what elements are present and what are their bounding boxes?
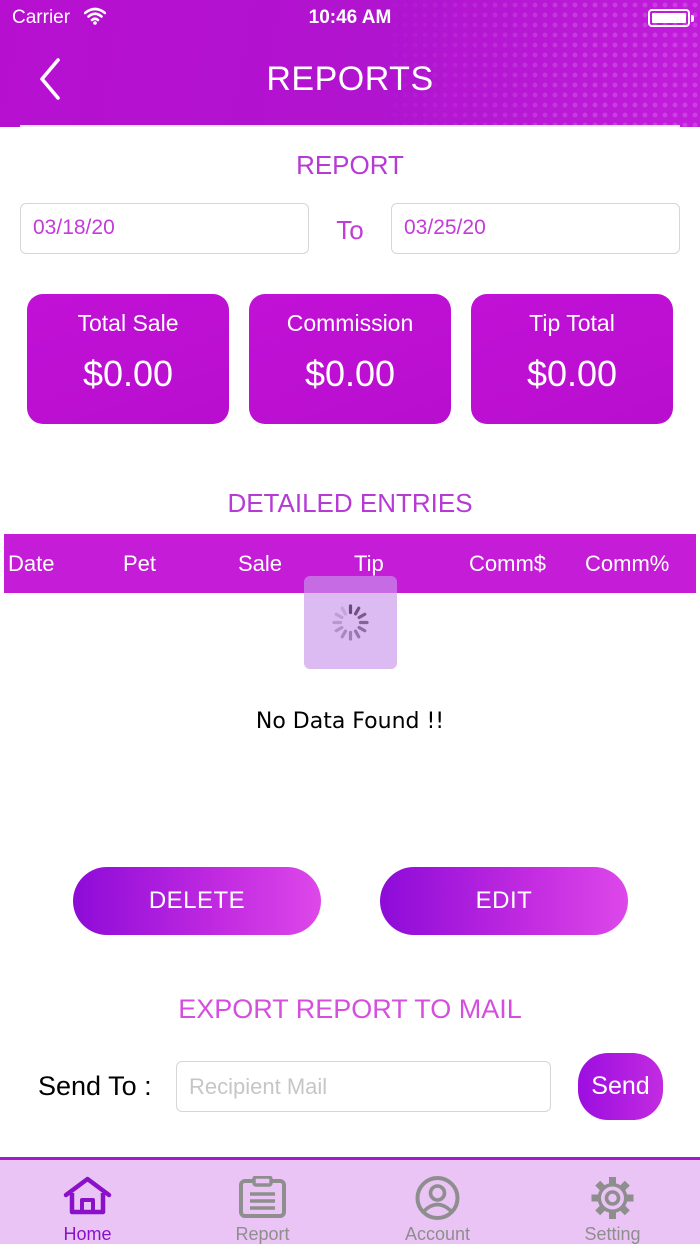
edit-button[interactable]: EDIT (380, 867, 628, 935)
tip-total-card: Tip Total $0.00 (471, 294, 673, 424)
from-date-field[interactable]: 03/18/20 (20, 203, 309, 254)
stat-value: $0.00 (304, 353, 396, 394)
to-date-field[interactable]: 03/25/20 (391, 203, 680, 254)
tab-label: Home (63, 1224, 112, 1244)
recipient-mail-input[interactable] (176, 1061, 551, 1112)
spinner-icon (332, 604, 369, 641)
tab-account[interactable]: Account (350, 1160, 525, 1244)
tab-setting[interactable]: Setting (525, 1160, 700, 1244)
column-header-tip: Tip (354, 551, 384, 576)
send-button[interactable]: Send (578, 1053, 663, 1120)
column-header-comm-amount: Comm$ (469, 551, 547, 576)
home-icon (63, 1176, 112, 1215)
export-title: EXPORT REPORT TO MAIL (178, 994, 522, 1024)
detailed-entries-title: DETAILED ENTRIES (227, 488, 473, 518)
stat-value: $0.00 (82, 353, 174, 394)
column-header-date: Date (8, 551, 55, 576)
delete-button[interactable]: DELETE (73, 867, 321, 935)
send-to-label: Send To : (38, 1071, 152, 1101)
empty-state-message: No Data Found !! (255, 709, 445, 734)
status-bar: Carrier 10:46 AM (0, 0, 700, 36)
to-label: To (336, 215, 364, 245)
top-header: Carrier 10:46 AM REPORTS (0, 0, 700, 127)
gear-icon (591, 1177, 634, 1219)
column-header-comm-percent: Comm% (585, 551, 670, 576)
stat-label: Commission (286, 310, 414, 336)
battery-icon (648, 9, 694, 27)
tab-label: Report (235, 1224, 290, 1244)
total-sale-card: Total Sale $0.00 (27, 294, 229, 424)
loading-indicator (304, 576, 397, 669)
clipboard-icon (239, 1176, 286, 1218)
tab-label: Account (404, 1224, 471, 1244)
stat-value: $0.00 (526, 353, 618, 394)
tab-bar: Home Report Account Setting (0, 1157, 700, 1244)
commission-card: Commission $0.00 (249, 294, 451, 424)
user-circle-icon (415, 1176, 460, 1220)
page-title: REPORTS (266, 60, 434, 98)
column-header-sale: Sale (238, 551, 283, 576)
header-divider (20, 125, 680, 127)
tab-report[interactable]: Report (175, 1160, 350, 1244)
stat-label: Total Sale (77, 310, 179, 336)
column-header-pet: Pet (123, 551, 157, 576)
stat-label: Tip Total (529, 310, 615, 336)
status-time: 10:46 AM (308, 7, 392, 28)
tab-label: Setting (584, 1224, 641, 1244)
report-title: REPORT (296, 150, 404, 180)
tab-home[interactable]: Home (0, 1160, 175, 1244)
